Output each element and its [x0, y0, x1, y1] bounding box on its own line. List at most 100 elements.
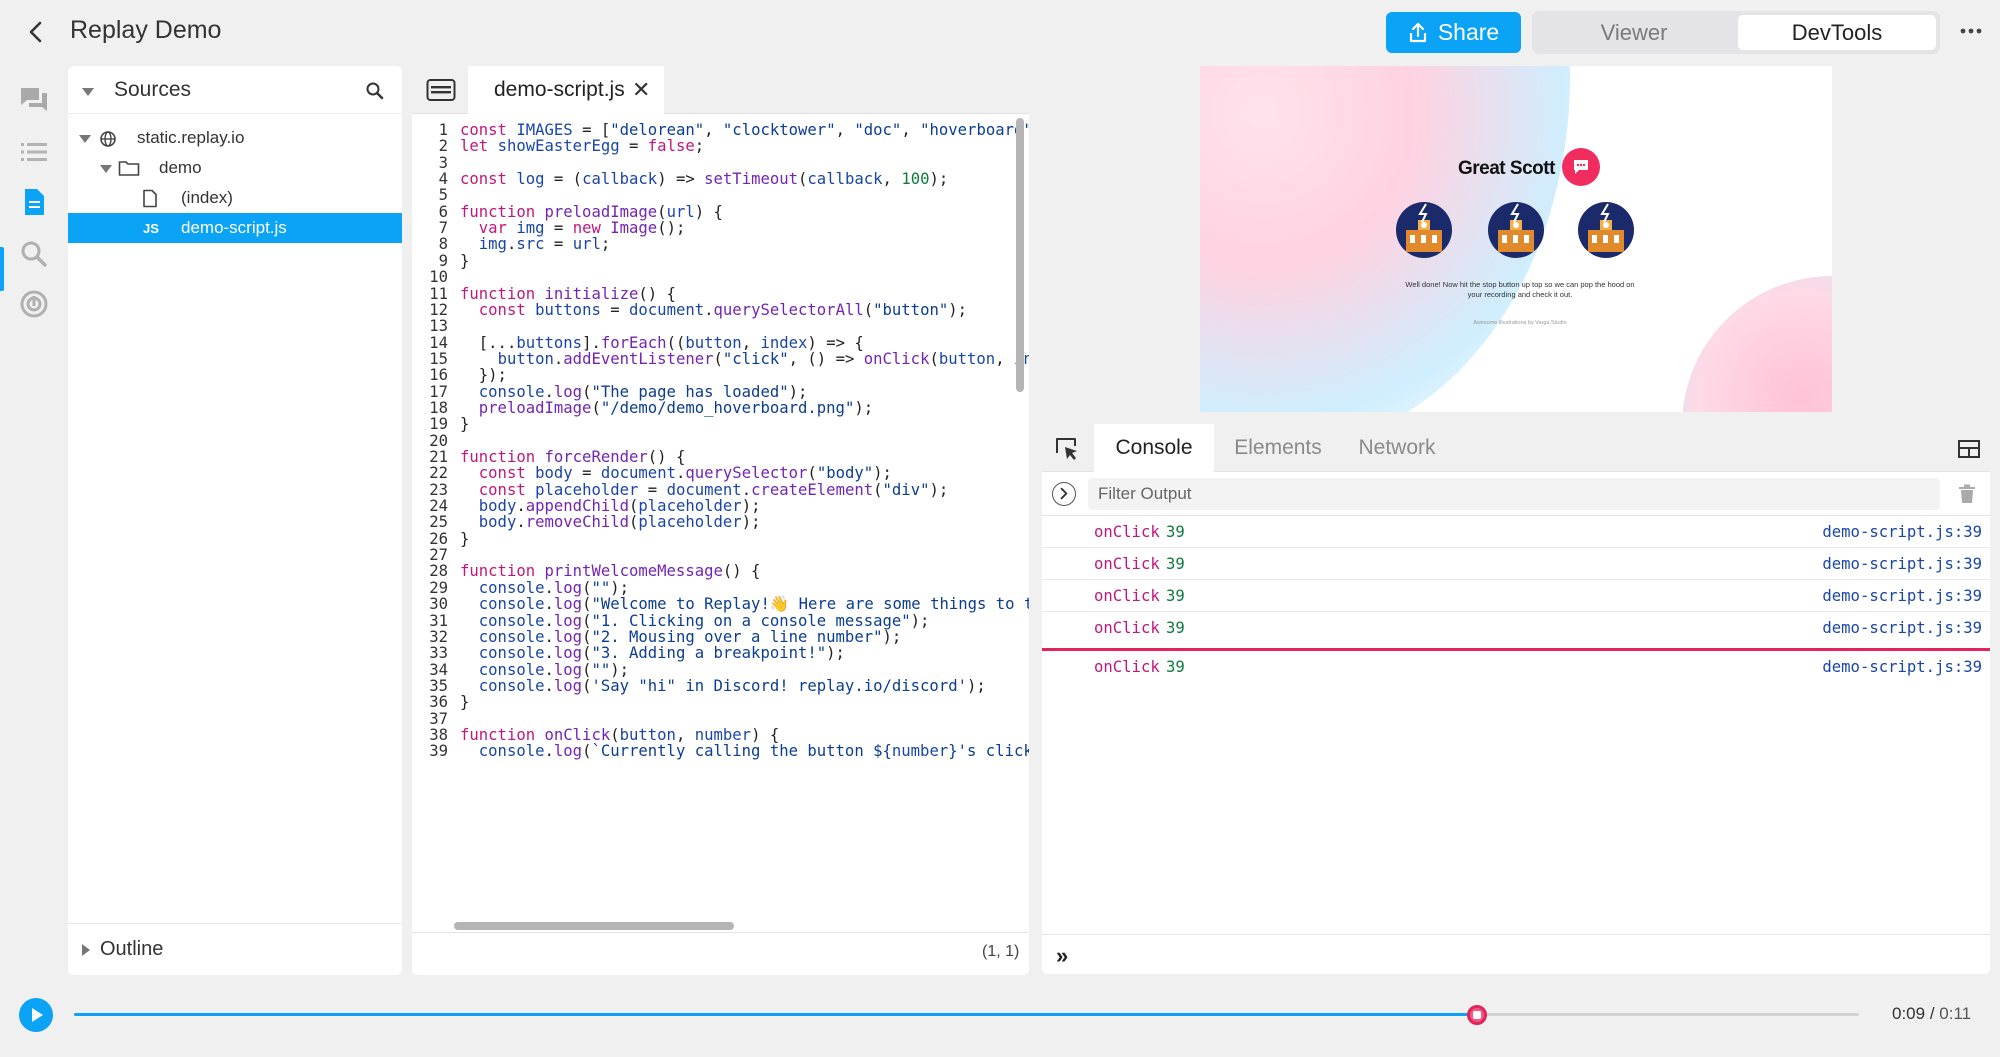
tree-item-label: demo [159, 158, 202, 177]
message-location-link[interactable]: demo-script.js:39 [1822, 523, 1982, 541]
sources-header[interactable]: Sources [68, 66, 402, 114]
console-message[interactable]: onClick 39 demo-script.js:39 [1042, 548, 1990, 580]
comment-pin-icon[interactable] [1562, 148, 1600, 186]
close-tab-icon[interactable]: ✕ [632, 77, 650, 103]
tab-network[interactable]: Network [1342, 424, 1452, 472]
message-value: 39 [1166, 619, 1185, 637]
events-icon[interactable] [18, 136, 50, 168]
outline-title: Outline [100, 938, 164, 960]
file-icon [142, 189, 158, 208]
layout-toggle-icon[interactable] [1958, 440, 1980, 458]
message-value: 39 [1166, 587, 1185, 605]
total-time: 0:11 [1939, 1004, 1972, 1023]
preview-message: Well done! Now hit the stop button up to… [1405, 280, 1635, 299]
file-tab-demo-script-js[interactable]: demo-script.js ✕ [468, 66, 664, 114]
tree-item-static-replay-io[interactable]: static.replay.io [68, 123, 402, 153]
mode-toggle: Viewer DevTools [1532, 11, 1940, 54]
message-function: onClick [1094, 619, 1160, 637]
horizontal-scrollbar[interactable] [454, 922, 734, 930]
share-label: Share [1437, 19, 1500, 45]
console-message[interactable]: onClick 39 demo-script.js:39 [1042, 516, 1990, 548]
js-icon: JS [143, 221, 159, 236]
clocktower-button[interactable] [1578, 202, 1634, 258]
element-picker-icon[interactable] [1054, 436, 1080, 462]
message-value: 39 [1166, 555, 1185, 573]
message-function: onClick [1094, 587, 1160, 605]
code-line[interactable]: 39 console.log(`Currently calling the bu… [412, 741, 1029, 762]
code-lines[interactable]: 1 const IMAGES = ["delorean", "clocktower… [412, 120, 1029, 920]
preview-heading: Great Scott [1458, 158, 1555, 179]
tree-item-label: (index) [181, 188, 233, 207]
timeline-comment-marker[interactable] [1467, 1005, 1487, 1025]
expand-caret-icon [82, 944, 90, 956]
viewer-mode-button[interactable]: Viewer [1532, 11, 1736, 54]
time-separator: / [1929, 1004, 1935, 1023]
clear-console-icon[interactable] [1958, 484, 1976, 504]
console-panel: Console Elements Network onClick 39 demo… [1042, 424, 1990, 974]
vertical-scrollbar[interactable] [1016, 118, 1024, 392]
console-prompt-icon: » [1056, 943, 1069, 968]
current-time: 0:09 [1892, 1004, 1926, 1023]
folder-icon [118, 159, 140, 177]
sources-title: Sources [114, 78, 192, 101]
editor-footer-divider [412, 932, 1029, 933]
time-display: 0:09 / 0:11 [1892, 1004, 1971, 1024]
message-function: onClick [1094, 555, 1160, 573]
globe-icon [99, 130, 117, 148]
message-value: 39 [1166, 523, 1185, 541]
sources-panel: Sources static.replay.io demo (index) JS… [68, 66, 402, 975]
video-preview[interactable]: Great Scott Well done! Now hit the stop … [1200, 66, 1832, 412]
timeline-track[interactable] [74, 1005, 1859, 1025]
filter-output-input[interactable] [1088, 478, 1940, 510]
play-button[interactable] [19, 998, 53, 1032]
console-tab-bar: Console Elements Network [1042, 424, 1990, 472]
clocktower-button[interactable] [1488, 202, 1544, 258]
tree-item-index[interactable]: (index) [68, 183, 402, 213]
background-gradient [1682, 276, 1832, 412]
tab-elements[interactable]: Elements [1214, 424, 1342, 472]
code-editor: demo-script.js ✕ 1 const IMAGES = ["delor… [412, 66, 1029, 975]
tree-item-demo-folder[interactable]: demo [68, 153, 402, 183]
message-location-link[interactable]: demo-script.js:39 [1822, 555, 1982, 573]
recording-title[interactable]: Replay Demo [70, 16, 221, 45]
tree-item-demo-script-js[interactable]: JS demo-script.js [68, 213, 402, 243]
console-message[interactable]: onClick 39 demo-script.js:39 [1042, 651, 1990, 683]
filter-bar [1042, 472, 1990, 516]
tab-console[interactable]: Console [1094, 424, 1214, 472]
collapse-caret-icon[interactable] [82, 88, 94, 96]
line-number[interactable]: 39 [412, 741, 448, 762]
editor-tab-bar: demo-script.js ✕ [412, 66, 1029, 114]
search-sources-icon[interactable] [364, 80, 386, 102]
console-message[interactable]: onClick 39 demo-script.js:39 [1042, 612, 1990, 644]
expand-caret-icon [79, 135, 91, 143]
back-arrow-icon[interactable] [22, 18, 50, 46]
share-button[interactable]: Share [1386, 12, 1521, 53]
message-function: onClick [1094, 523, 1160, 541]
console-input[interactable]: » [1042, 934, 1990, 974]
filter-settings-icon[interactable] [1052, 482, 1076, 506]
file-tab-label: demo-script.js [494, 78, 625, 101]
toggle-sidebar-icon[interactable] [426, 78, 456, 102]
source-explorer-icon[interactable] [18, 186, 50, 218]
comments-icon[interactable] [18, 84, 50, 116]
preview-credit: Awesome illustrations by Varga Studio [1473, 320, 1567, 326]
devtools-mode-button[interactable]: DevTools [1738, 15, 1936, 50]
share-icon [1409, 22, 1426, 42]
outline-section[interactable]: Outline [68, 923, 402, 975]
message-function: onClick [1094, 658, 1160, 676]
protocol-icon[interactable] [18, 288, 50, 320]
expand-caret-icon [100, 165, 112, 173]
search-icon[interactable] [18, 238, 50, 270]
message-location-link[interactable]: demo-script.js:39 [1822, 658, 1982, 676]
console-message[interactable]: onClick 39 demo-script.js:39 [1042, 580, 1990, 612]
active-nav-indicator [0, 247, 4, 291]
message-value: 39 [1166, 658, 1185, 676]
message-location-link[interactable]: demo-script.js:39 [1822, 587, 1982, 605]
primary-sidebar [0, 64, 68, 984]
cursor-position: (1, 1) [982, 943, 1020, 960]
timeline-progress [74, 1013, 1477, 1016]
message-location-link[interactable]: demo-script.js:39 [1822, 619, 1982, 637]
tree-item-label: demo-script.js [181, 218, 287, 237]
more-options-icon[interactable] [1958, 18, 1984, 44]
clocktower-button[interactable] [1396, 202, 1452, 258]
